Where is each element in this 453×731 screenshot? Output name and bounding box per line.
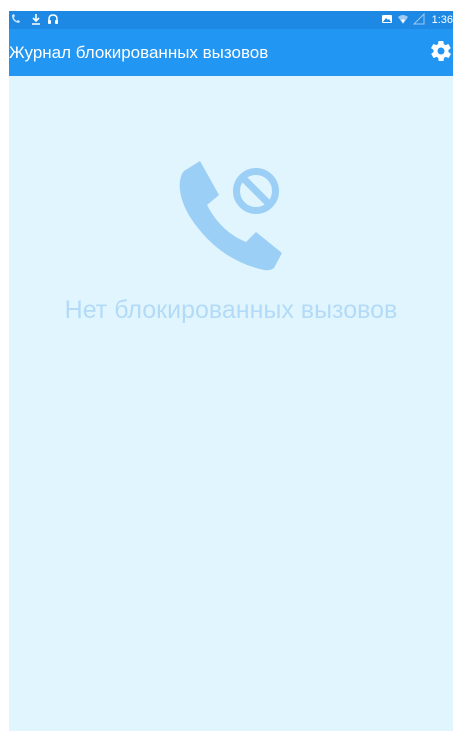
app-bar: Журнал блокированных вызовов <box>9 29 453 76</box>
screen: 1:36 Журнал блокированных вызовов Нет бл… <box>9 11 453 731</box>
page-title: Журнал блокированных вызовов <box>9 43 269 62</box>
settings-button[interactable] <box>429 39 453 63</box>
headset-icon <box>47 13 59 29</box>
signal-icon <box>412 12 425 29</box>
gear-icon <box>431 40 451 62</box>
status-time: 1:36 <box>431 14 453 26</box>
wifi-icon <box>397 13 409 29</box>
status-bar: 1:36 <box>9 11 453 29</box>
blocked-call-icon <box>179 161 282 271</box>
download-icon <box>31 13 41 29</box>
missed-call-icon <box>11 13 21 29</box>
empty-state: Нет блокированных вызовов <box>9 76 453 731</box>
photo-icon <box>381 13 393 29</box>
empty-state-message: Нет блокированных вызовов <box>64 296 398 324</box>
